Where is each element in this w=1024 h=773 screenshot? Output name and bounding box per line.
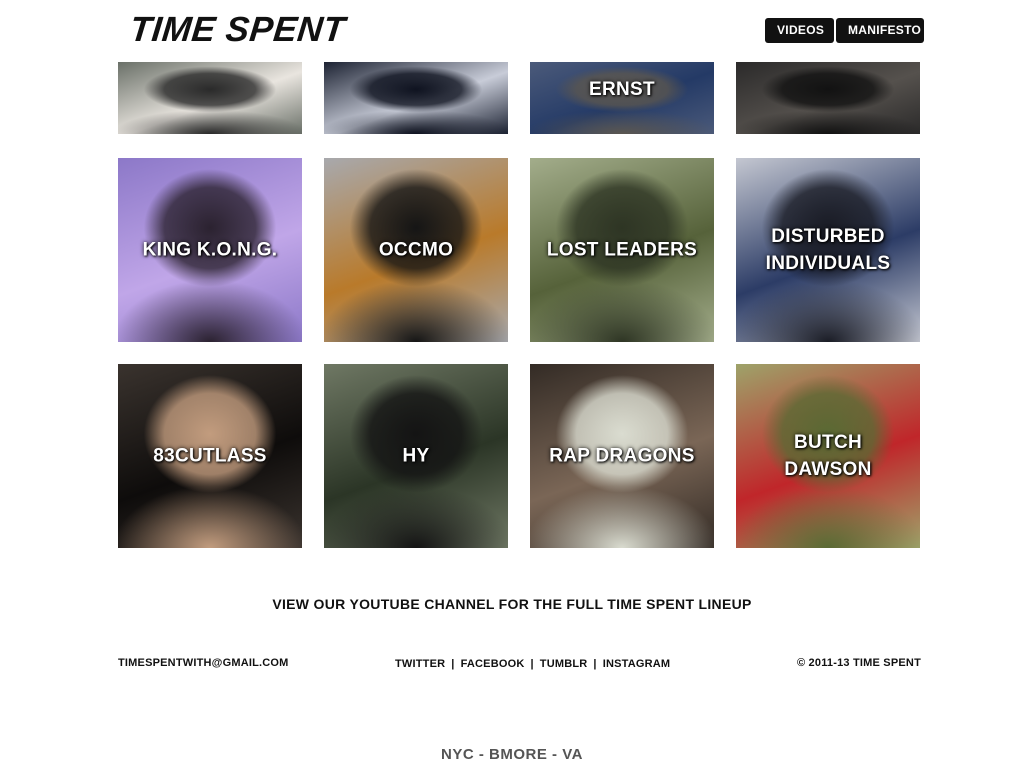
video-tile-rap-dragons[interactable]: RAP DRAGONS xyxy=(530,364,714,548)
video-tile-occmo[interactable]: OCCMO xyxy=(324,158,508,342)
video-tile[interactable] xyxy=(118,62,302,134)
divider: | xyxy=(451,658,455,670)
video-title: DISTURBED INDIVIDUALS xyxy=(765,226,891,274)
youtube-channel-link[interactable]: VIEW OUR YOUTUBE CHANNEL FOR THE FULL TI… xyxy=(0,596,1024,612)
copyright: © 2011-13 TIME SPENT xyxy=(797,657,921,669)
video-tile-king-kong[interactable]: KING K.O.N.G. xyxy=(118,158,302,342)
video-title: OCCMO xyxy=(378,239,454,261)
twitter-link[interactable]: TWITTER xyxy=(395,658,445,670)
video-title: ERNST xyxy=(589,79,655,100)
video-tile-ernst[interactable]: ERNST xyxy=(530,62,714,134)
video-grid: ERNST KING K.O.N.G. OCCMO LOST LEADERS D… xyxy=(118,0,921,548)
nav-manifesto-button[interactable]: MANIFESTO xyxy=(836,18,924,43)
video-title: KING K.O.N.G. xyxy=(142,239,278,261)
nav-videos-button[interactable]: VIDEOS xyxy=(765,18,834,43)
video-tile-hy[interactable]: HY xyxy=(324,364,508,548)
video-tile-butch-dawson[interactable]: BUTCH DAWSON xyxy=(736,364,920,548)
contact-email-link[interactable]: TIMESPENTWITH@GMAIL.COM xyxy=(118,657,289,669)
main-nav: VIDEOS MANIFESTO xyxy=(765,18,924,43)
site-header: TIME SPENT VIDEOS MANIFESTO xyxy=(0,0,1024,62)
video-thumbnail xyxy=(118,62,302,134)
video-tile[interactable] xyxy=(324,62,508,134)
video-title: HY xyxy=(402,445,430,467)
social-links: TWITTER | FACEBOOK | TUMBLR | INSTAGRAM xyxy=(395,658,670,670)
site-logo[interactable]: TIME SPENT xyxy=(128,10,347,50)
video-tile-lost-leaders[interactable]: LOST LEADERS xyxy=(530,158,714,342)
video-thumbnail xyxy=(736,62,920,134)
video-title: LOST LEADERS xyxy=(546,239,698,261)
divider: | xyxy=(593,658,597,670)
video-title: 83CUTLASS xyxy=(153,445,267,467)
video-thumbnail xyxy=(324,62,508,134)
facebook-link[interactable]: FACEBOOK xyxy=(461,658,525,670)
divider: | xyxy=(530,658,534,670)
video-title: BUTCH DAWSON xyxy=(784,432,872,480)
video-tile-disturbed-individuals[interactable]: DISTURBED INDIVIDUALS xyxy=(736,158,920,342)
instagram-link[interactable]: INSTAGRAM xyxy=(603,658,671,670)
video-title: RAP DRAGONS xyxy=(549,445,695,467)
video-tile-83cutlass[interactable]: 83CUTLASS xyxy=(118,364,302,548)
video-tile[interactable] xyxy=(736,62,920,134)
cities-tagline: NYC - BMORE - VA xyxy=(441,746,583,763)
tumblr-link[interactable]: TUMBLR xyxy=(540,658,588,670)
